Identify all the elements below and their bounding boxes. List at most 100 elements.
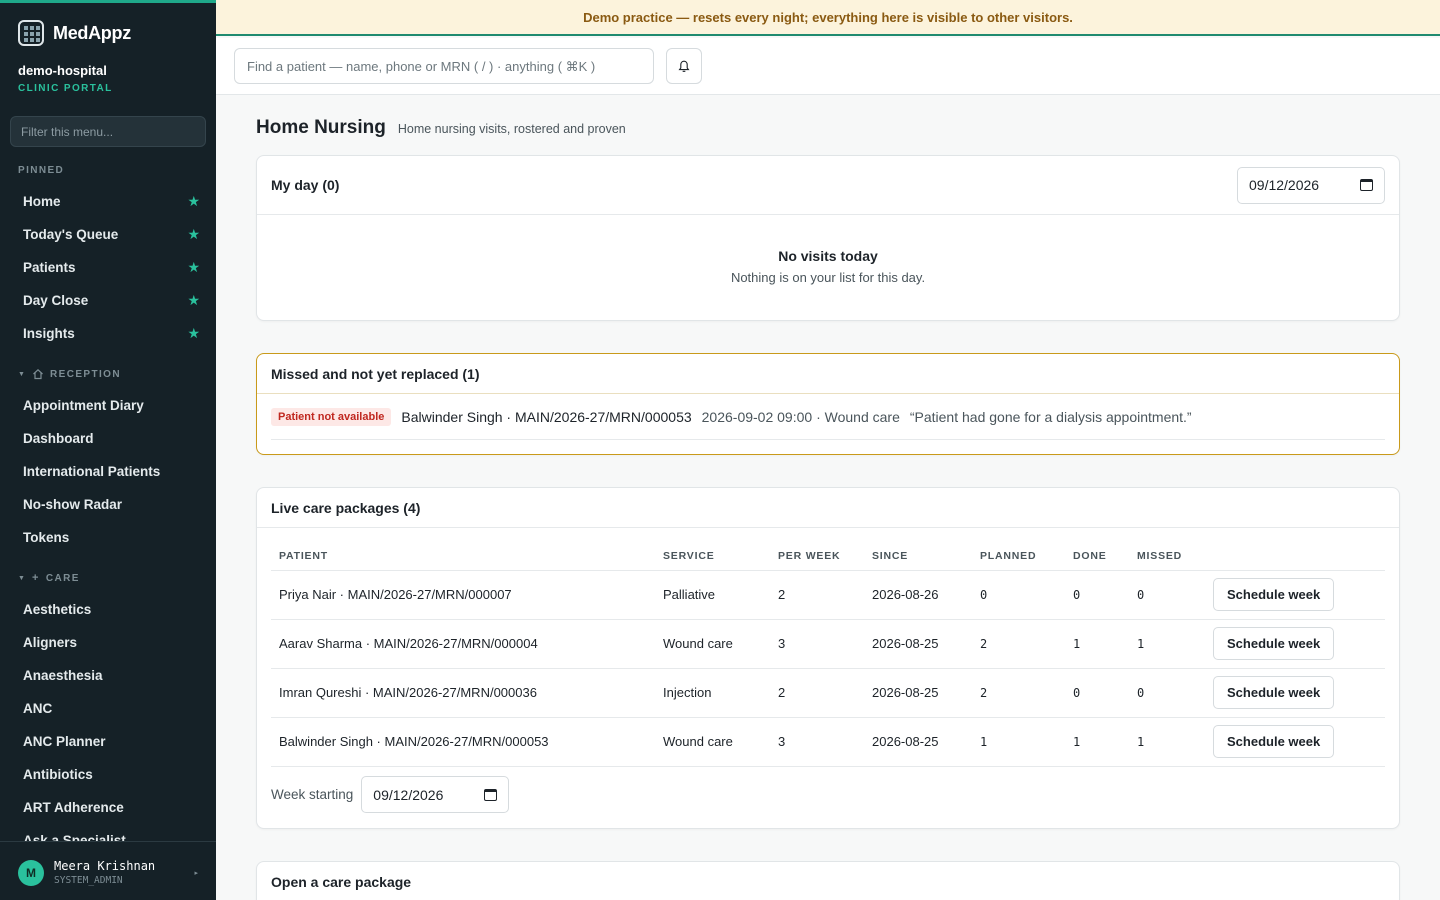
avatar: M bbox=[18, 859, 44, 886]
sidebar-item-ask-a-specialist[interactable]: Ask a Specialist bbox=[0, 824, 216, 841]
empty-state-title: No visits today bbox=[778, 248, 878, 264]
column-header: SERVICE bbox=[655, 543, 770, 571]
column-header: PER WEEK bbox=[770, 543, 864, 571]
cell-patient: Balwinder Singh · MAIN/2026-27/MRN/00005… bbox=[271, 717, 655, 767]
cell-missed: 0 bbox=[1129, 668, 1205, 718]
cell-since: 2026-08-25 bbox=[864, 668, 972, 718]
missed-patient: Balwinder Singh · MAIN/2026-27/MRN/00005… bbox=[401, 408, 692, 425]
calendar-icon[interactable] bbox=[484, 788, 498, 801]
open-care-package-title: Open a care package bbox=[271, 874, 412, 890]
cell-done: 1 bbox=[1065, 717, 1129, 767]
cell-service: Palliative bbox=[655, 570, 770, 620]
sidebar-item-anaesthesia[interactable]: Anaesthesia bbox=[0, 659, 216, 692]
user-name: Meera Krishnan bbox=[54, 859, 156, 873]
schedule-week-button[interactable]: Schedule week bbox=[1213, 627, 1335, 660]
star-icon[interactable]: ★ bbox=[187, 259, 200, 276]
brand[interactable]: MedAppz bbox=[18, 20, 131, 46]
notifications-button[interactable] bbox=[666, 48, 702, 84]
home-icon bbox=[33, 368, 43, 380]
section-label-care[interactable]: ▼ + CARE bbox=[0, 569, 216, 587]
page-subtitle: Home nursing visits, rostered and proven bbox=[397, 122, 626, 136]
main-content: Home Nursing Home nursing visits, roster… bbox=[216, 95, 1440, 900]
org-subtitle: CLINIC PORTAL bbox=[18, 83, 113, 94]
user-menu[interactable]: M Meera Krishnan SYSTEM_ADMIN ▸ bbox=[0, 841, 216, 900]
star-icon[interactable]: ★ bbox=[187, 292, 200, 309]
user-role: SYSTEM_ADMIN bbox=[54, 875, 123, 886]
sidebar-item-anc[interactable]: ANC bbox=[0, 692, 216, 725]
empty-state-message: Nothing is on your list for this day. bbox=[730, 270, 926, 285]
sidebar-item-international-patients[interactable]: International Patients bbox=[0, 455, 216, 488]
page-header: Home Nursing Home nursing visits, roster… bbox=[256, 117, 626, 139]
empty-state: No visits today Nothing is on your list … bbox=[257, 215, 1399, 285]
my-day-header: My day (0) 09/12/2026 bbox=[257, 156, 1399, 215]
column-header: PATIENT bbox=[271, 543, 655, 571]
sidebar-item-tokens[interactable]: Tokens bbox=[0, 521, 216, 554]
patient-search-input[interactable] bbox=[234, 48, 654, 84]
sidebar-item-art-adherence[interactable]: ART Adherence bbox=[0, 791, 216, 824]
column-header: MISSED bbox=[1129, 543, 1205, 571]
table-row: Aarav Sharma · MAIN/2026-27/MRN/000004 W… bbox=[271, 619, 1385, 669]
page-title: Home Nursing bbox=[256, 117, 386, 138]
week-starting-label: Week starting bbox=[271, 787, 354, 802]
missed-visits-title: Missed and not yet replaced (1) bbox=[271, 365, 480, 382]
logo-icon bbox=[18, 20, 44, 46]
sidebar-item-dashboard[interactable]: Dashboard bbox=[0, 422, 216, 455]
my-day-title: My day (0) bbox=[271, 177, 340, 193]
schedule-week-button[interactable]: Schedule week bbox=[1213, 676, 1335, 709]
cell-action: Schedule week bbox=[1205, 717, 1385, 767]
calendar-icon[interactable] bbox=[1360, 179, 1373, 191]
my-day-date-input[interactable]: 09/12/2026 bbox=[1237, 166, 1385, 204]
cell-per-week: 2 bbox=[770, 668, 864, 718]
live-care-packages-header: Live care packages (4) bbox=[257, 488, 1399, 528]
star-icon[interactable]: ★ bbox=[187, 193, 200, 210]
bell-icon bbox=[678, 60, 690, 72]
missed-visits-header: Missed and not yet replaced (1) bbox=[257, 354, 1399, 394]
column-header: SINCE bbox=[864, 543, 972, 571]
cell-done: 0 bbox=[1065, 668, 1129, 718]
section-label-pinned: PINNED bbox=[18, 164, 65, 176]
sidebar-item-antibiotics[interactable]: Antibiotics bbox=[0, 758, 216, 791]
live-care-packages-card: Live care packages (4) PATIENT SERVICE P… bbox=[256, 487, 1400, 829]
table-row: Priya Nair · MAIN/2026-27/MRN/000007 Pal… bbox=[271, 570, 1385, 620]
sidebar-item-no-show-radar[interactable]: No-show Radar bbox=[0, 488, 216, 521]
star-icon[interactable]: ★ bbox=[187, 226, 200, 243]
list-item[interactable]: Patient not available Balwinder Singh · … bbox=[271, 394, 1385, 440]
star-icon[interactable]: ★ bbox=[187, 325, 200, 342]
table-row: Imran Qureshi · MAIN/2026-27/MRN/000036 … bbox=[271, 668, 1385, 718]
sidebar: MedAppz demo-hospital CLINIC PORTAL PINN… bbox=[0, 0, 216, 900]
cell-planned: 0 bbox=[972, 570, 1065, 620]
sidebar-item-aesthetics[interactable]: Aesthetics bbox=[0, 593, 216, 626]
sidebar-item-patients[interactable]: Patients ★ bbox=[0, 251, 216, 284]
column-header: PLANNED bbox=[972, 543, 1065, 571]
my-day-card: My day (0) 09/12/2026 No visits today No… bbox=[256, 155, 1400, 321]
plus-icon: + bbox=[32, 572, 40, 584]
sidebar-item-todays-queue[interactable]: Today's Queue ★ bbox=[0, 218, 216, 251]
missed-visit-note: “Patient had gone for a dialysis appoint… bbox=[909, 408, 1192, 425]
cell-missed: 1 bbox=[1129, 619, 1205, 669]
table-header-row: PATIENT SERVICE PER WEEK SINCE PLANNED D… bbox=[271, 543, 1385, 571]
table-row: Balwinder Singh · MAIN/2026-27/MRN/00005… bbox=[271, 717, 1385, 767]
sidebar-item-insights[interactable]: Insights ★ bbox=[0, 317, 216, 350]
schedule-week-button[interactable]: Schedule week bbox=[1213, 578, 1335, 611]
cell-service: Wound care bbox=[655, 717, 770, 767]
demo-banner: Demo practice — resets every night; ever… bbox=[216, 0, 1440, 36]
section-label-reception[interactable]: ▼ RECEPTION bbox=[0, 365, 216, 383]
brand-name: MedAppz bbox=[53, 22, 131, 43]
week-starting-date-input[interactable]: 09/12/2026 bbox=[361, 776, 510, 813]
column-header: DONE bbox=[1065, 543, 1129, 571]
cell-patient: Priya Nair · MAIN/2026-27/MRN/000007 bbox=[271, 570, 655, 620]
sidebar-item-aligners[interactable]: Aligners bbox=[0, 626, 216, 659]
cell-service: Wound care bbox=[655, 619, 770, 669]
missed-visits-card: Missed and not yet replaced (1) Patient … bbox=[256, 353, 1400, 455]
sidebar-item-home[interactable]: Home ★ bbox=[0, 185, 216, 218]
cell-service: Injection bbox=[655, 668, 770, 718]
sidebar-item-appointment-diary[interactable]: Appointment Diary bbox=[0, 389, 216, 422]
cell-since: 2026-08-25 bbox=[864, 717, 972, 767]
cell-missed: 0 bbox=[1129, 570, 1205, 620]
schedule-week-button[interactable]: Schedule week bbox=[1213, 725, 1335, 758]
sidebar-item-anc-planner[interactable]: ANC Planner bbox=[0, 725, 216, 758]
org-name: demo-hospital bbox=[18, 63, 107, 78]
cell-missed: 1 bbox=[1129, 717, 1205, 767]
menu-filter-input[interactable] bbox=[10, 116, 206, 147]
sidebar-item-day-close[interactable]: Day Close ★ bbox=[0, 284, 216, 317]
